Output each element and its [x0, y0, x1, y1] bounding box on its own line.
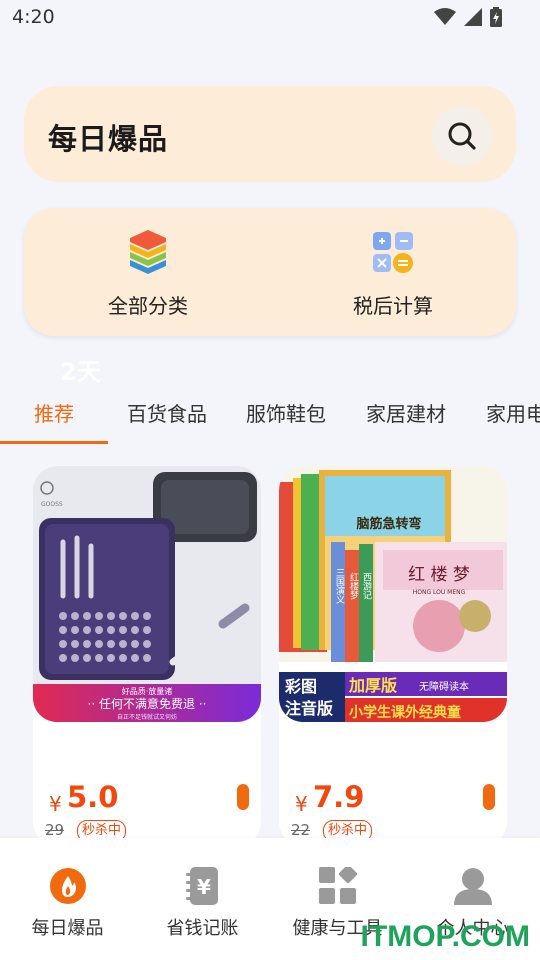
stacked-layers-icon	[130, 230, 166, 274]
countdown-ghost-text: 2天	[60, 358, 101, 386]
product-price: 5.0	[67, 780, 119, 814]
status-bar: 4:20	[0, 0, 540, 36]
book-pinyin: HONG LOU MENG	[413, 589, 466, 596]
add-pill-indicator[interactable]	[483, 784, 495, 810]
user-icon	[453, 868, 492, 905]
flame-icon	[49, 868, 86, 904]
brand-text: GOOSS	[41, 501, 63, 508]
tab-home-building[interactable]: 家居建材	[366, 398, 446, 427]
tab-apparel[interactable]: 服饰鞋包	[246, 398, 326, 427]
tab-appliances[interactable]: 家用电	[486, 398, 540, 427]
book-spine-2: 西游记	[361, 572, 372, 599]
ledger-yen-icon: ¥	[185, 867, 218, 905]
status-time: 4:20	[12, 6, 55, 28]
grid-tools-icon	[318, 867, 357, 904]
battery-icon	[490, 7, 502, 27]
tools-card: 全部分类 税后计算	[24, 208, 516, 336]
svg-text:¥: ¥	[197, 875, 211, 899]
tab-recommend[interactable]: 推荐	[34, 398, 74, 427]
category-tabs: 推荐 百货食品 服饰鞋包 家居建材 家用电	[0, 384, 540, 444]
wifi-icon	[434, 8, 456, 25]
tab-indicator	[0, 441, 108, 444]
product-image-books: 脑筋急转弯 三国演义 西游记 红楼梦 红 楼 梦 HONG LOU MENG 彩…	[279, 466, 507, 722]
banner-sub: 小学生课外经典童	[349, 704, 461, 721]
tab-groceries[interactable]: 百货食品	[127, 398, 207, 427]
tool-tax-calculator[interactable]: 税后计算	[313, 230, 473, 319]
tool-all-categories[interactable]: 全部分类	[68, 230, 228, 319]
book-title-1: 脑筋急转弯	[356, 516, 421, 532]
tool-label: 税后计算	[353, 294, 433, 318]
watermark-text: ITMOP.COM	[360, 920, 530, 953]
status-icons	[434, 7, 502, 27]
nav-label: 省钱记账	[166, 918, 239, 939]
original-price: 22	[291, 821, 311, 839]
banner-main: 加厚版	[348, 676, 397, 695]
banner-color-text: 彩图	[284, 677, 317, 696]
nav-daily-deals[interactable]: 每日爆品	[0, 866, 135, 940]
book-spine-1: 三国演义	[334, 568, 345, 604]
nav-label: 每日爆品	[31, 918, 104, 939]
nav-savings-ledger[interactable]: ¥ 省钱记账	[135, 866, 270, 940]
header-card: 每日爆品	[24, 86, 516, 182]
banner-pinyin-text: 注音版	[285, 699, 333, 718]
search-icon	[448, 122, 476, 150]
page-title: 每日爆品	[48, 122, 169, 156]
calculator-icon	[373, 232, 413, 273]
currency-symbol: ¥	[49, 792, 62, 816]
product-image-screwdriver-set: GOOSS 好品质·放量诸 ·· 任何不满意免费退 ·· 自正不足钱就试又何妨	[33, 466, 261, 722]
book-title-2: 红 楼 梦	[408, 565, 470, 585]
product-price: 7.9	[313, 780, 365, 814]
image-banner-top: 好品质·放量诸	[122, 686, 173, 696]
currency-symbol: ¥	[295, 792, 308, 816]
product-card[interactable]: GOOSS 好品质·放量诸 ·· 任何不满意免费退 ·· 自正不足钱就试又何妨 …	[33, 466, 261, 846]
search-button[interactable]	[432, 106, 492, 166]
book-spine-3: 红楼梦	[348, 571, 359, 600]
image-banner-main: ·· 任何不满意免费退 ··	[88, 696, 207, 711]
image-banner-sub: 自正不足钱就试又何妨	[117, 713, 177, 721]
add-pill-indicator[interactable]	[237, 784, 249, 810]
banner-tag: 无障碍读本	[419, 680, 469, 693]
original-price: 29	[45, 821, 65, 839]
tool-label: 全部分类	[108, 294, 188, 318]
product-card[interactable]: 脑筋急转弯 三国演义 西游记 红楼梦 红 楼 梦 HONG LOU MENG 彩…	[279, 466, 507, 846]
signal-icon	[464, 8, 482, 26]
